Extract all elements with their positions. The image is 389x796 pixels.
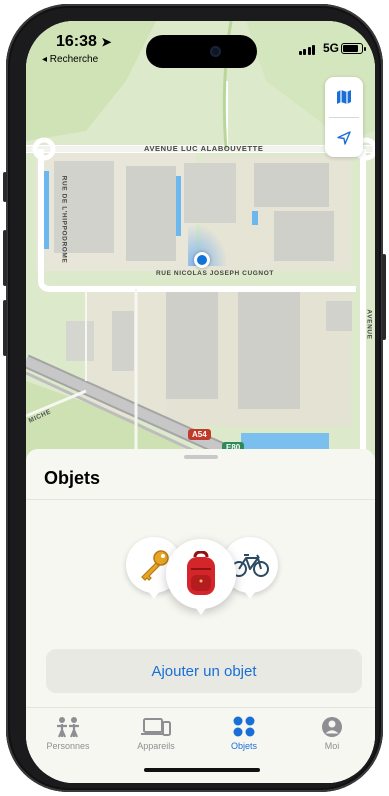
street-label-avenue-right: AVENUE [365, 309, 373, 340]
item-backpack[interactable] [166, 539, 236, 615]
battery-icon [341, 43, 366, 54]
add-item-button[interactable]: Ajouter un objet [46, 649, 362, 693]
status-time: 16:38 ➤ [56, 33, 111, 51]
camera-icon [210, 46, 221, 57]
battery-level-fill [343, 45, 359, 52]
sheet-divider [26, 499, 375, 500]
map-view[interactable]: AVENUE LUC ALABOUVETTE RUE DE L'HIPPODRO… [26, 21, 375, 461]
tab-objets[interactable]: Objets [204, 716, 284, 751]
dynamic-island [146, 35, 257, 68]
map-controls [325, 77, 363, 157]
street-label-avenue-top: AVENUE LUC ALABOUVETTE [144, 144, 264, 153]
screen: AVENUE LUC ALABOUVETTE RUE DE L'HIPPODRO… [26, 21, 375, 783]
map-mode-button[interactable] [325, 77, 363, 117]
person-circle-icon [322, 717, 342, 737]
map-icon [337, 90, 351, 104]
location-arrow-icon [337, 131, 351, 145]
silent-switch [3, 172, 7, 202]
sheet-grabber[interactable] [184, 455, 218, 459]
devices-icon [141, 718, 171, 736]
tab-label: Moi [324, 741, 340, 751]
tab-personnes[interactable]: Personnes [28, 716, 108, 751]
tab-appareils[interactable]: Appareils [116, 716, 196, 751]
back-to-app-link[interactable]: ◂ Recherche [42, 54, 98, 65]
cellular-signal-icon [298, 45, 315, 55]
tab-moi[interactable]: Moi [292, 716, 372, 751]
people-icon [57, 717, 79, 738]
backpack-icon [187, 551, 215, 595]
home-indicator[interactable] [144, 768, 260, 772]
street-label-rue-middle: RUE NICOLAS JOSEPH CUGNOT [156, 270, 274, 277]
volume-up-button [3, 230, 7, 286]
network-type: 5G [322, 41, 339, 55]
sheet-title: Objets [44, 468, 101, 488]
power-button [382, 254, 386, 340]
bicycle-icon [231, 554, 269, 577]
locate-button[interactable] [325, 118, 363, 158]
volume-down-button [3, 300, 7, 356]
location-services-icon: ➤ [101, 35, 112, 49]
tab-label: Objets [230, 741, 257, 751]
objects-sheet: Objets Ajouter un objet Personnes Appare… [26, 449, 375, 783]
road-shield-a54: A54 [188, 429, 211, 440]
user-location-dot[interactable] [194, 252, 210, 268]
status-time-text: 16:38 [56, 33, 97, 50]
bubble-tail [195, 607, 207, 615]
items-grid-icon [233, 716, 255, 737]
status-bar: 16:38 ➤ ◂ Recherche 5G [26, 21, 375, 71]
bubble-tail [244, 591, 256, 599]
street-label-rue-left: RUE DE L'HIPPODROME [60, 175, 68, 264]
phone-frame: AVENUE LUC ALABOUVETTE RUE DE L'HIPPODRO… [3, 4, 386, 792]
tab-label: Appareils [137, 741, 175, 751]
tab-label: Personnes [46, 741, 90, 751]
bubble-tail [148, 591, 160, 599]
